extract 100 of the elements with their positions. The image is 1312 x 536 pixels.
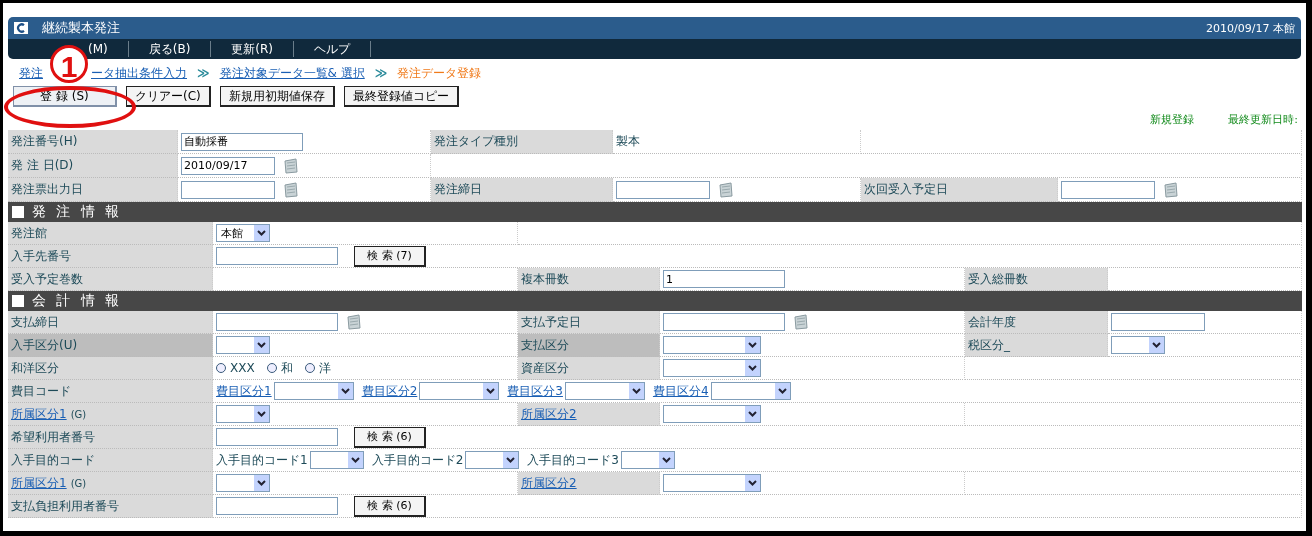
field-label: 入手先番号 — [8, 245, 213, 268]
field-caption: 入手目的コード1 — [216, 451, 308, 469]
dropdown[interactable] — [309, 451, 364, 469]
text-field[interactable] — [663, 313, 785, 331]
date-branch-info: 2010/09/17 本館 — [1206, 20, 1295, 36]
field-label: 支払区分 — [518, 334, 660, 357]
field-label: 費目コード — [8, 380, 213, 403]
caret-icon — [254, 475, 269, 491]
search-button[interactable]: 検 索 (7) — [354, 245, 426, 267]
caret-icon — [774, 383, 790, 399]
dropdown[interactable] — [663, 405, 761, 423]
app-logo-icon — [14, 22, 28, 34]
dropdown[interactable] — [216, 474, 270, 492]
field-label: 希望利用者番号 — [8, 426, 213, 449]
menu-item[interactable]: 戻る(B) — [128, 41, 212, 57]
action-button[interactable]: 新規用初期値保存 — [219, 86, 335, 107]
text-field[interactable] — [216, 247, 338, 265]
dropdown[interactable] — [710, 382, 791, 400]
field-caption: 入手目的コード2 — [371, 451, 464, 469]
shortcut-hint: (G) — [70, 477, 87, 489]
field-link[interactable]: 所属区分1 — [11, 405, 67, 423]
text-field[interactable]: 自動採番 — [181, 132, 303, 151]
text-field[interactable] — [216, 497, 338, 515]
text-field[interactable] — [1111, 313, 1205, 331]
field-label: 受入総冊数 — [965, 268, 1108, 291]
field-link[interactable]: 費目区分2 — [361, 382, 418, 400]
text-field[interactable]: 1 — [663, 270, 785, 288]
breadcrumb-separator: ≫ — [374, 66, 388, 80]
dropdown[interactable] — [419, 382, 500, 400]
search-button[interactable]: 検 索 (6) — [354, 495, 426, 517]
text-field[interactable] — [616, 180, 710, 199]
menu-item[interactable]: 更新(R) — [211, 41, 295, 57]
field-label: 入手目的コード — [8, 449, 213, 472]
caret-icon — [658, 452, 674, 468]
dropdown[interactable] — [620, 451, 675, 469]
field-caption: 入手目的コード3 — [527, 451, 619, 469]
dropdown[interactable] — [663, 336, 761, 354]
caret-icon — [337, 383, 353, 399]
text-field[interactable] — [181, 180, 275, 199]
search-button[interactable]: 検 索 (6) — [354, 426, 426, 448]
caret-icon — [745, 360, 760, 376]
field-label: 税区分_ — [965, 334, 1108, 357]
field-label: 複本冊数 — [518, 268, 660, 291]
caret-icon — [1149, 337, 1164, 353]
status-text: 新規登録 — [1150, 112, 1195, 126]
radio-option[interactable]: XXX — [216, 361, 255, 375]
field-label: 入手区分(U) — [8, 334, 213, 357]
caret-icon — [745, 406, 760, 422]
field-link[interactable]: 所属区分2 — [521, 474, 577, 492]
dropdown[interactable] — [216, 405, 270, 423]
dropdown[interactable] — [663, 474, 761, 492]
field-label: 発注番号(H) — [8, 130, 178, 154]
field-label: 発注タイプ種別 — [431, 130, 613, 154]
radio-option[interactable]: 洋 — [304, 359, 331, 377]
dropdown[interactable] — [663, 359, 761, 377]
calendar-icon[interactable] — [283, 181, 299, 198]
field-link[interactable]: 費目区分4 — [652, 382, 709, 400]
field-link[interactable]: 所属区分1 — [11, 474, 67, 492]
dropdown[interactable] — [564, 382, 645, 400]
radio-icon[interactable] — [304, 363, 315, 373]
radio-icon[interactable] — [216, 363, 226, 373]
breadcrumb-link[interactable]: 発注対象データ一覧& 選択 — [219, 64, 365, 82]
text-field[interactable] — [216, 428, 338, 446]
menu-item[interactable]: ヘルプ — [294, 41, 372, 57]
field-label: 和洋区分 — [8, 357, 213, 380]
text-field[interactable] — [216, 313, 338, 331]
calendar-icon[interactable] — [793, 314, 809, 330]
radio-icon[interactable] — [266, 363, 277, 373]
text-field[interactable] — [1061, 180, 1155, 199]
square-icon — [12, 206, 24, 218]
field-label: 発注票出力日 — [8, 178, 178, 202]
field-label: 支払負担利用者番号 — [8, 495, 213, 518]
field-label: 発注館 — [8, 222, 213, 245]
dropdown[interactable] — [216, 336, 270, 354]
radio-option[interactable]: 和 — [266, 359, 293, 377]
breadcrumb-current: 発注データ登録 — [397, 64, 482, 82]
calendar-icon[interactable] — [718, 181, 734, 198]
field-link[interactable]: 所属区分2 — [521, 405, 577, 423]
calendar-icon[interactable] — [283, 157, 299, 174]
calendar-icon[interactable] — [346, 314, 362, 330]
caret-icon — [745, 475, 760, 491]
field-link[interactable]: 費目区分1 — [216, 382, 272, 400]
step-number-badge: 1 — [50, 45, 88, 83]
square-icon — [12, 295, 24, 307]
calendar-icon[interactable] — [1163, 181, 1179, 198]
field-label: 受入予定巻数 — [8, 268, 213, 291]
section-title: 会 計 情 報 — [32, 292, 123, 310]
text-field[interactable]: 2010/09/17 — [181, 156, 275, 175]
action-button[interactable]: クリアー(C) — [126, 86, 211, 107]
dropdown[interactable] — [465, 451, 520, 469]
caret-icon — [254, 337, 269, 353]
caret-icon — [503, 452, 519, 468]
dropdown[interactable] — [1111, 336, 1165, 354]
breadcrumb-link[interactable]: 発注 — [19, 64, 43, 82]
dropdown[interactable]: 本館 — [216, 224, 270, 242]
action-button[interactable]: 最終登録値コピー — [343, 86, 459, 107]
field-link[interactable]: 費目区分3 — [507, 382, 563, 400]
dropdown[interactable] — [273, 382, 354, 400]
breadcrumb-link[interactable]: ータ抽出条件入力 — [91, 64, 187, 82]
caret-icon — [347, 452, 363, 468]
